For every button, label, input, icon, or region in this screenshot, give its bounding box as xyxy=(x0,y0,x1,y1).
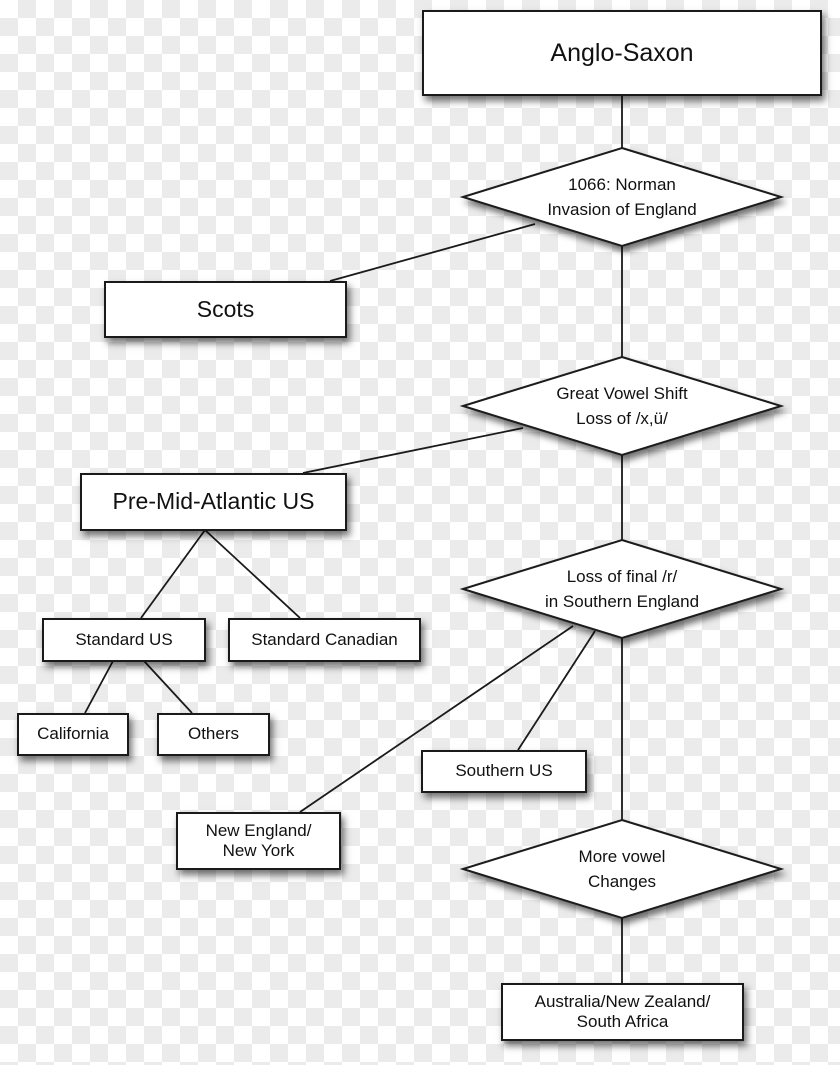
node-california-label: California xyxy=(37,724,109,744)
node-pre-mid-atlantic-us: Pre-Mid-Atlantic US xyxy=(80,473,347,531)
node-others-label: Others xyxy=(187,724,240,744)
node-australia-line2: South Africa xyxy=(576,1012,669,1031)
norman-line1: 1066: Norman xyxy=(568,175,676,194)
edge-premid-canadian xyxy=(204,529,301,619)
node-anglo-saxon-label: Anglo-Saxon xyxy=(550,39,694,67)
lossr-line2: in Southern England xyxy=(544,592,700,611)
norman-line2: Invasion of England xyxy=(547,200,697,219)
diamond-more-vowel-changes-label: More vowel Changes xyxy=(503,844,741,894)
node-standard-canadian-label: Standard Canadian xyxy=(251,629,398,649)
node-anglo-saxon: Anglo-Saxon xyxy=(422,10,822,96)
diamond-loss-final-r-label: Loss of final /r/ in Southern England xyxy=(503,564,741,614)
node-standard-canadian: Standard Canadian xyxy=(228,618,421,662)
edge-standardus-others xyxy=(143,660,193,714)
gvs-line1: Great Vowel Shift xyxy=(556,384,688,403)
diamond-great-vowel-shift-label: Great Vowel Shift Loss of /x,ü/ xyxy=(503,381,741,431)
node-new-england-line1: New England/ xyxy=(205,820,312,840)
node-standard-us-label: Standard US xyxy=(75,629,173,649)
node-scots-label: Scots xyxy=(196,295,255,322)
morevowel-line2: Changes xyxy=(587,872,657,891)
node-australia-nz-south-africa: Australia/New Zealand/ South Africa xyxy=(501,983,744,1041)
edge-gvs-premid xyxy=(302,427,524,474)
node-others: Others xyxy=(157,713,270,756)
node-new-england-line2: New York xyxy=(222,841,295,860)
edge-norman-scots xyxy=(329,223,536,282)
node-australia-line1: Australia/New Zealand/ xyxy=(534,991,711,1011)
node-southern-us-label: Southern US xyxy=(455,761,553,781)
node-california: California xyxy=(17,713,129,756)
node-pre-mid-atlantic-us-label: Pre-Mid-Atlantic US xyxy=(112,488,315,515)
gvs-line2: Loss of /x,ü/ xyxy=(576,409,668,428)
node-standard-us: Standard US xyxy=(42,618,206,662)
diamond-norman-invasion-label: 1066: Norman Invasion of England xyxy=(503,172,741,222)
lossr-line1: Loss of final /r/ xyxy=(566,567,678,586)
edge-premid-standardus xyxy=(140,529,206,619)
node-new-england-new-york: New England/ New York xyxy=(176,812,341,870)
connector-lines xyxy=(84,95,785,983)
morevowel-line1: More vowel xyxy=(578,847,666,866)
node-scots: Scots xyxy=(104,281,347,338)
edge-standardus-california xyxy=(84,660,114,714)
edge-lossr-southernus xyxy=(517,630,596,751)
node-southern-us: Southern US xyxy=(421,750,587,793)
